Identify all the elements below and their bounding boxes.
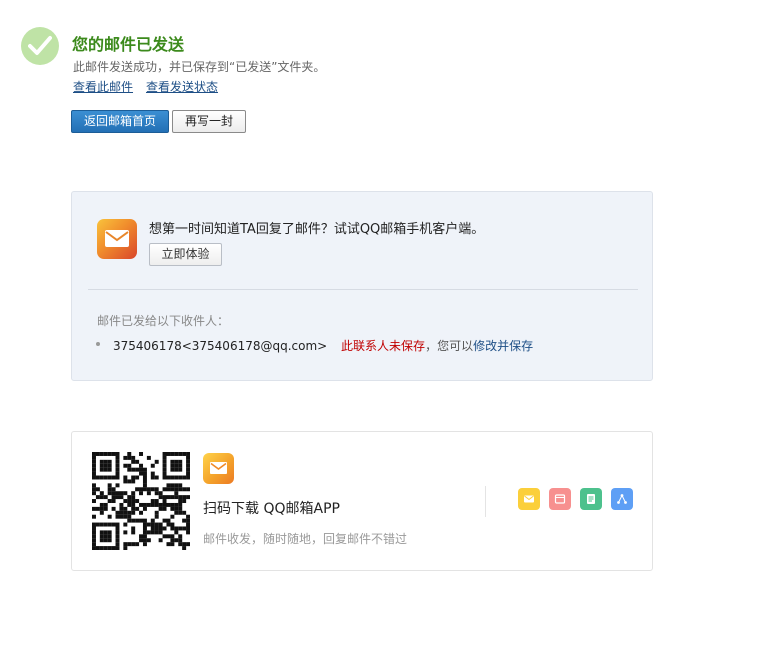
recipient-item: 375406178<375406178@qq.com> 此联系人未保存，您可以修… — [113, 337, 533, 354]
view-mail-link[interactable]: 查看此邮件 — [73, 78, 133, 95]
try-now-button[interactable]: 立即体验 — [149, 243, 222, 266]
qq-mail-app-icon — [203, 453, 234, 484]
qr-code — [92, 452, 190, 550]
promo-card: 想第一时间知道TA回复了邮件？试试QQ邮箱手机客户端。 立即体验 邮件已发给以下… — [71, 191, 653, 381]
success-message: 此邮件发送成功，并已保存到“已发送”文件夹。 — [73, 60, 326, 74]
hint-text: ，您可以 — [425, 339, 474, 353]
edit-and-save-link[interactable]: 修改并保存 — [473, 339, 533, 353]
download-subtitle: 邮件收发，随时随地，回复邮件不错过 — [203, 532, 408, 546]
envelope-icon — [105, 230, 129, 247]
divider — [485, 486, 486, 517]
share-icon — [611, 488, 633, 510]
write-another-button[interactable]: 再写一封 — [172, 110, 246, 133]
success-check-icon — [21, 27, 59, 65]
view-status-link[interactable]: 查看发送状态 — [146, 78, 218, 95]
envelope-icon — [210, 462, 227, 474]
divider — [88, 289, 638, 290]
contact-unsaved-warning: 此联系人未保存 — [341, 339, 426, 353]
recipients-label: 邮件已发给以下收件人： — [97, 314, 230, 328]
note-icon — [580, 488, 602, 510]
mail-icon — [518, 488, 540, 510]
page-title: 您的邮件已发送 — [72, 35, 185, 54]
download-title: 扫码下载 QQ邮箱APP — [203, 501, 340, 517]
qq-mail-app-icon — [97, 219, 137, 259]
back-to-inbox-button[interactable]: 返回邮箱首页 — [71, 110, 169, 133]
promo-text: 想第一时间知道TA回复了邮件？试试QQ邮箱手机客户端。 — [149, 222, 485, 237]
calendar-icon — [549, 488, 571, 510]
recipient-address: 375406178<375406178@qq.com> — [113, 339, 328, 353]
list-bullet — [96, 342, 100, 346]
app-download-card: 扫码下载 QQ邮箱APP 邮件收发，随时随地，回复邮件不错过 — [71, 431, 653, 571]
